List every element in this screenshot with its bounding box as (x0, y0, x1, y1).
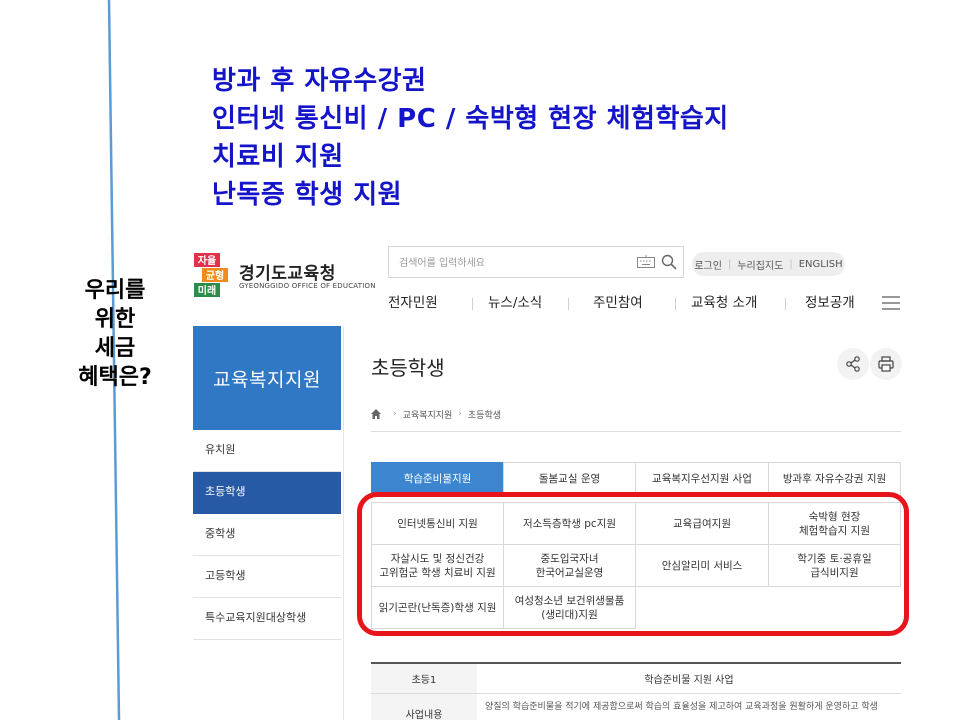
logo-mark-icon: 자율 균형 미래 (194, 253, 228, 297)
gnb-item-participation[interactable]: 주민참여 (593, 292, 643, 316)
logo-mark-text: 미래 (198, 284, 216, 297)
site-logo[interactable]: 자율 균형 미래 경기도교육청 GYEONGGIDO OFFICE OF EDU… (193, 252, 375, 300)
headline-line: 난독증 학생 지원 (212, 180, 403, 210)
hamburger-menu-icon[interactable] (882, 295, 900, 311)
content-divider (343, 326, 344, 720)
sidebar-item-middle[interactable]: 중학생 (193, 514, 341, 556)
breadcrumb-item-current: 초등학생 (467, 410, 502, 421)
table-row: 사업내용 양질의 학습준비물을 적기에 제공함으로써 학습의 효율성을 제고하여… (371, 694, 901, 720)
sidebar-title: 교육복지지원 (193, 326, 341, 430)
gnb-item-civil[interactable]: 전자민원 (388, 292, 438, 316)
sidebar-item-high[interactable]: 고등학생 (193, 556, 341, 598)
logo-title: 경기도교육청 (239, 264, 336, 284)
slide-side-question: 우리를 위한 세금 혜택은? (50, 276, 180, 392)
utility-links: 로그인 | 누리집지도 | ENGLISH (692, 252, 845, 276)
share-icon (846, 356, 860, 372)
headline-line: 치료비 지원 (212, 142, 344, 172)
headline-line: 방과 후 자유수강권 (212, 66, 427, 96)
tab-safety-alert[interactable]: 안심알리미 서비스 (635, 544, 769, 587)
tab-meal-support[interactable]: 학기중 토·공휴일 급식비지원 (768, 544, 901, 587)
logo-subtitle: GYEONGGIDO OFFICE OF EDUCATION (239, 282, 376, 290)
tab-dyslexia[interactable]: 읽기곤란(난독증)학생 지원 (371, 586, 504, 629)
breadcrumb-divider (371, 431, 901, 432)
table-cell: 양질의 학습준비물을 적기에 제공함으로써 학습의 효율성을 제고하여 교육과정… (485, 702, 878, 712)
side-question-line: 혜택은? (78, 365, 152, 390)
page-title: 초등학생 (371, 356, 445, 380)
breadcrumb: › 교육복지지원 › 초등학생 (371, 408, 502, 421)
table-header-cell: 초등1 (371, 664, 477, 693)
search-icon[interactable] (661, 254, 677, 270)
sidebar-item-elementary[interactable]: 초등학생 (193, 472, 341, 514)
sidebar-item-kindergarten[interactable]: 유치원 (193, 430, 341, 472)
side-question-line: 위한 (94, 307, 136, 332)
logo-mark-text: 균형 (206, 269, 224, 282)
home-icon[interactable] (371, 409, 381, 419)
tab-hygiene-products[interactable]: 여성청소년 보건위생물품 (생리대)지원 (503, 586, 636, 629)
tab-mental-health[interactable]: 자살시도 및 정신건강 고위험군 학생 치료비 지원 (371, 544, 504, 587)
side-question-line: 세금 (94, 336, 136, 361)
table-row: 초등1 학습준비물 지원 사업 (371, 664, 901, 694)
tab-afterschool-voucher[interactable]: 방과후 자유수강권 지원 (768, 462, 901, 496)
logo-mark-text: 자율 (198, 254, 216, 267)
slide-headline: 방과 후 자유수강권 인터넷 통신비 / PC / 숙박형 현장 체험학습지 치… (212, 62, 729, 214)
gnb-item-disclosure[interactable]: 정보공개 (805, 292, 855, 316)
tab-field-trip[interactable]: 숙박형 현장 체험학습지 지원 (768, 502, 901, 545)
tab-school-supplies[interactable]: 학습준비물지원 (371, 462, 504, 496)
side-question-line: 우리를 (84, 278, 146, 303)
website-capture: 자율 균형 미래 경기도교육청 GYEONGGIDO OFFICE OF EDU… (185, 232, 915, 720)
english-link[interactable]: ENGLISH (799, 259, 843, 270)
sitemap-link[interactable]: 누리집지도 (737, 257, 783, 272)
tab-care-class[interactable]: 돌봄교실 운영 (503, 462, 636, 496)
keyboard-icon[interactable] (637, 255, 655, 269)
sidebar-item-special[interactable]: 특수교육지원대상학생 (193, 598, 341, 640)
tab-welfare-priority[interactable]: 교육복지우선지원 사업 (635, 462, 769, 496)
util-divider: | (727, 258, 732, 270)
chevron-right-icon: › (458, 409, 462, 419)
breadcrumb-item[interactable]: 교육복지지원 (403, 408, 453, 421)
print-icon (878, 356, 894, 372)
tab-korean-class[interactable]: 중도입국자녀 한국어교실운영 (503, 544, 636, 587)
gnb-divider (785, 298, 786, 310)
tab-education-benefit[interactable]: 교육급여지원 (635, 502, 769, 545)
gnb-item-about[interactable]: 교육청 소개 (691, 292, 757, 316)
gnb-divider (675, 298, 676, 310)
tab-pc-support[interactable]: 저소득층학생 pc지원 (503, 502, 636, 545)
gnb-divider (568, 298, 569, 310)
table-cell: 학습준비물 지원 사업 (644, 675, 734, 686)
tab-internet-fee[interactable]: 인터넷통신비 지원 (371, 502, 504, 545)
search-box (388, 246, 684, 278)
gnb-divider (472, 298, 473, 310)
headline-line: 인터넷 통신비 / PC / 숙박형 현장 체험학습지 (212, 104, 729, 134)
info-table: 초등1 학습준비물 지원 사업 사업내용 양질의 학습준비물을 적기에 제공함으… (371, 662, 901, 720)
search-input[interactable] (399, 254, 629, 272)
share-button[interactable] (837, 348, 869, 380)
login-link[interactable]: 로그인 (694, 257, 722, 272)
gnb-item-news[interactable]: 뉴스/소식 (488, 292, 542, 316)
table-header-cell: 사업내용 (371, 694, 477, 720)
print-button[interactable] (870, 348, 902, 380)
chevron-right-icon: › (393, 409, 397, 419)
util-divider: | (789, 258, 793, 270)
